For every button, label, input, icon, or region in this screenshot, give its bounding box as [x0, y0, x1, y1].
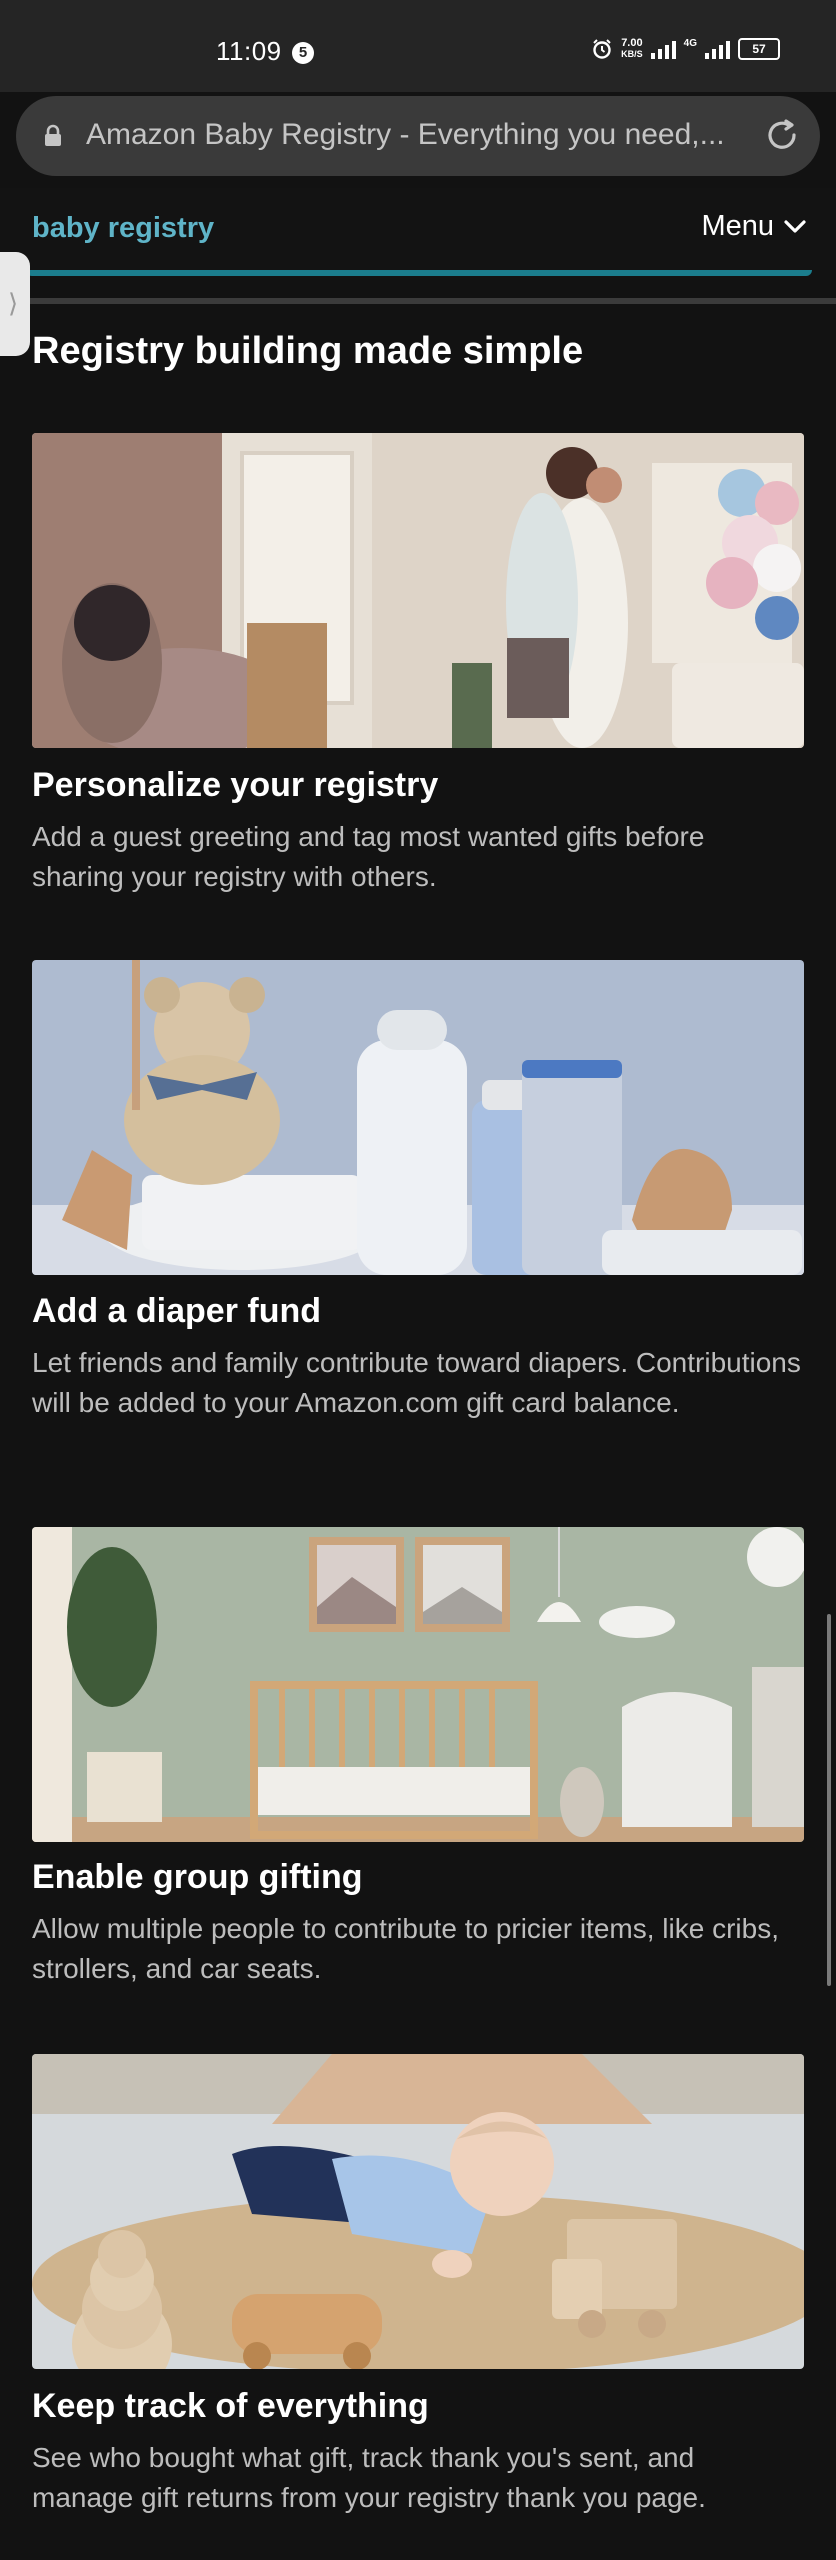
chevron-down-icon — [784, 219, 806, 233]
feature-desc-keep-track: See who bought what gift, track thank yo… — [32, 2442, 706, 2513]
personalize-registry-image — [32, 433, 804, 748]
hug-scene-image — [32, 433, 804, 748]
net-speed: 7.00 KB/S — [621, 37, 643, 60]
feature-title-diaper-fund: Add a diaper fund — [32, 1292, 321, 1330]
site-header: baby registry Menu — [0, 188, 836, 270]
feature-desc-diaper-fund: Let friends and family contribute toward… — [32, 1347, 801, 1418]
brand-link[interactable]: baby registry — [32, 212, 214, 245]
feature-desc-personalize: Add a guest greeting and tag most wanted… — [32, 821, 705, 892]
side-panel-handle[interactable]: ⟩ — [0, 252, 30, 356]
keep-track-image — [32, 2054, 804, 2369]
feature-title-group-gifting: Enable group gifting — [32, 1858, 363, 1896]
nursery-room-image — [32, 1527, 804, 1842]
nursery-items-image — [32, 960, 804, 1275]
battery-icon: 57 — [738, 38, 780, 60]
network-type: 4G — [683, 38, 697, 49]
status-time: 11:09 — [216, 36, 282, 66]
diaper-fund-image — [32, 960, 804, 1275]
notification-badge: 5 — [292, 42, 314, 64]
menu-label: Menu — [701, 210, 774, 242]
feature-title-personalize: Personalize your registry — [32, 766, 439, 804]
feature-title-keep-track: Keep track of everything — [32, 2387, 429, 2425]
status-bar: 11:09 5 7.00 KB/S 4G 57 — [0, 0, 836, 92]
url-bar[interactable]: Amazon Baby Registry - Everything you ne… — [16, 96, 820, 176]
active-tab-indicator — [26, 270, 812, 276]
menu-button[interactable]: Menu — [701, 210, 806, 243]
alarm-icon — [593, 39, 611, 59]
section-title: Registry building made simple — [32, 330, 584, 372]
feature-desc-group-gifting: Allow multiple people to contribute to p… — [32, 1913, 779, 1984]
signal-icon — [650, 39, 676, 59]
lock-icon[interactable] — [43, 124, 63, 148]
chevron-right-icon: ⟩ — [8, 288, 19, 318]
divider — [0, 298, 836, 304]
url-text[interactable]: Amazon Baby Registry - Everything you ne… — [86, 118, 756, 152]
status-icons: 7.00 KB/S 4G 57 — [591, 38, 780, 60]
group-gifting-image — [32, 1527, 804, 1842]
scrollbar[interactable] — [827, 1614, 831, 1986]
baby-playing-image — [32, 2054, 804, 2369]
signal-icon-2 — [705, 39, 730, 59]
reload-icon[interactable] — [762, 115, 802, 155]
tab-strip — [0, 270, 836, 304]
